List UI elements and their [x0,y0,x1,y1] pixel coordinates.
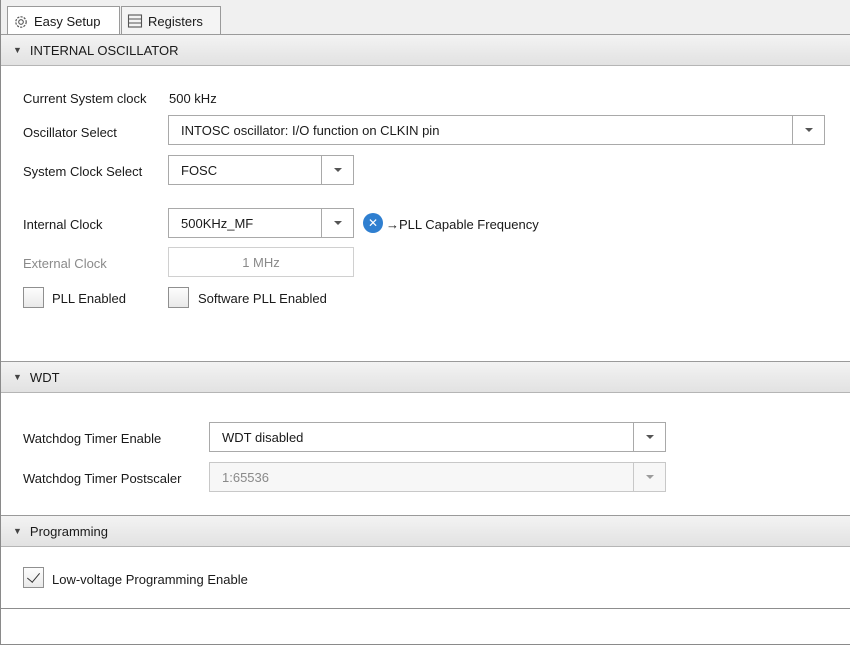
collapse-caret-icon: ▼ [13,372,22,382]
tab-label: Registers [148,13,203,29]
error-x-icon: ✕ [363,213,383,233]
collapse-caret-icon: ▼ [13,45,22,55]
lvp-enable-label: Low-voltage Programming Enable [52,572,248,587]
section-header-internal-oscillator[interactable]: ▼ INTERNAL OSCILLATOR [1,34,850,66]
pll-capable-message: →PLL Capable Frequency [386,217,539,232]
wdt-postscaler-dropdown[interactable]: 1:65536 [209,462,666,492]
software-pll-enabled-checkbox[interactable] [168,287,189,308]
wdt-enable-value: WDT disabled [222,429,304,445]
dropdown-arrow-icon[interactable] [321,156,353,184]
oscillator-select-dropdown[interactable]: INTOSC oscillator: I/O function on CLKIN… [168,115,825,145]
wdt-enable-label: Watchdog Timer Enable [23,431,162,446]
system-clock-select-label: System Clock Select [23,164,143,179]
section-title: INTERNAL OSCILLATOR [29,42,179,58]
list-icon [126,12,144,30]
pll-enabled-label: PLL Enabled [52,291,126,306]
tab-label: Easy Setup [34,14,101,29]
lvp-enable-checkbox[interactable] [23,567,44,588]
collapse-caret-icon: ▼ [13,526,22,536]
system-clock-select-dropdown[interactable]: FOSC [168,155,354,185]
dropdown-arrow-icon[interactable] [633,423,665,451]
wdt-postscaler-value: 1:65536 [222,469,269,485]
pll-enabled-checkbox[interactable] [23,287,44,308]
gear-icon [12,13,30,31]
tab-easy-setup[interactable]: Easy Setup [7,6,120,36]
external-clock-input[interactable]: 1 MHz [168,247,354,277]
easy-setup-panel: Easy Setup Registers ▼ INTERNAL OSCILLAT… [0,0,850,645]
external-clock-value: 1 MHz [242,254,280,270]
dropdown-arrow-icon[interactable] [792,116,824,144]
section-header-programming[interactable]: ▼ Programming [1,515,850,547]
tab-registers[interactable]: Registers [121,6,221,35]
software-pll-enabled-label: Software PLL Enabled [198,291,327,306]
tab-bar: Easy Setup Registers [1,0,850,36]
oscillator-select-label: Oscillator Select [23,125,117,140]
wdt-postscaler-label: Watchdog Timer Postscaler [23,471,182,486]
dropdown-arrow-icon[interactable] [321,209,353,237]
internal-clock-dropdown[interactable]: 500KHz_MF [168,208,354,238]
dropdown-arrow-icon[interactable] [633,463,665,491]
oscillator-select-value: INTOSC oscillator: I/O function on CLKIN… [181,122,440,138]
current-clock-label: Current System clock [23,91,147,106]
bottom-divider [1,608,850,609]
current-clock-value: 500 kHz [169,91,217,106]
internal-clock-value: 500KHz_MF [181,215,254,231]
section-title: Programming [29,523,108,539]
external-clock-label: External Clock [23,256,107,271]
section-header-wdt[interactable]: ▼ WDT [1,361,850,393]
internal-clock-label: Internal Clock [23,217,103,232]
wdt-enable-dropdown[interactable]: WDT disabled [209,422,666,452]
section-title: WDT [29,369,60,385]
system-clock-select-value: FOSC [181,162,218,178]
